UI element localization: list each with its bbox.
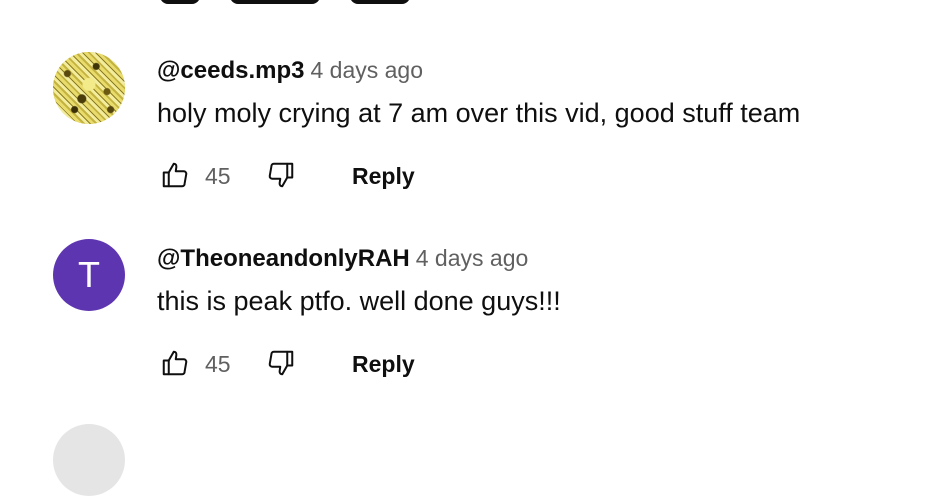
comment-header: @TheoneandonlyRAH 4 days ago: [157, 245, 528, 273]
comment-text: this is peak ptfo. well done guys!!!: [157, 286, 561, 316]
thumbs-down-icon: [268, 350, 294, 376]
like-count: 45: [205, 351, 231, 377]
thumbs-up-icon: [162, 350, 188, 376]
next-comment-avatar-cutoff: [53, 424, 125, 496]
reply-button[interactable]: Reply: [352, 351, 415, 378]
comment-item: T @TheoneandonlyRAH 4 days ago this is pe…: [0, 0, 934, 377]
avatar[interactable]: T: [53, 239, 125, 311]
comment-timestamp[interactable]: 4 days ago: [416, 245, 529, 271]
avatar-letter: T: [53, 239, 125, 311]
comment-author[interactable]: @TheoneandonlyRAH: [157, 245, 410, 272]
like-button[interactable]: [157, 345, 193, 381]
dislike-button[interactable]: [263, 345, 299, 381]
